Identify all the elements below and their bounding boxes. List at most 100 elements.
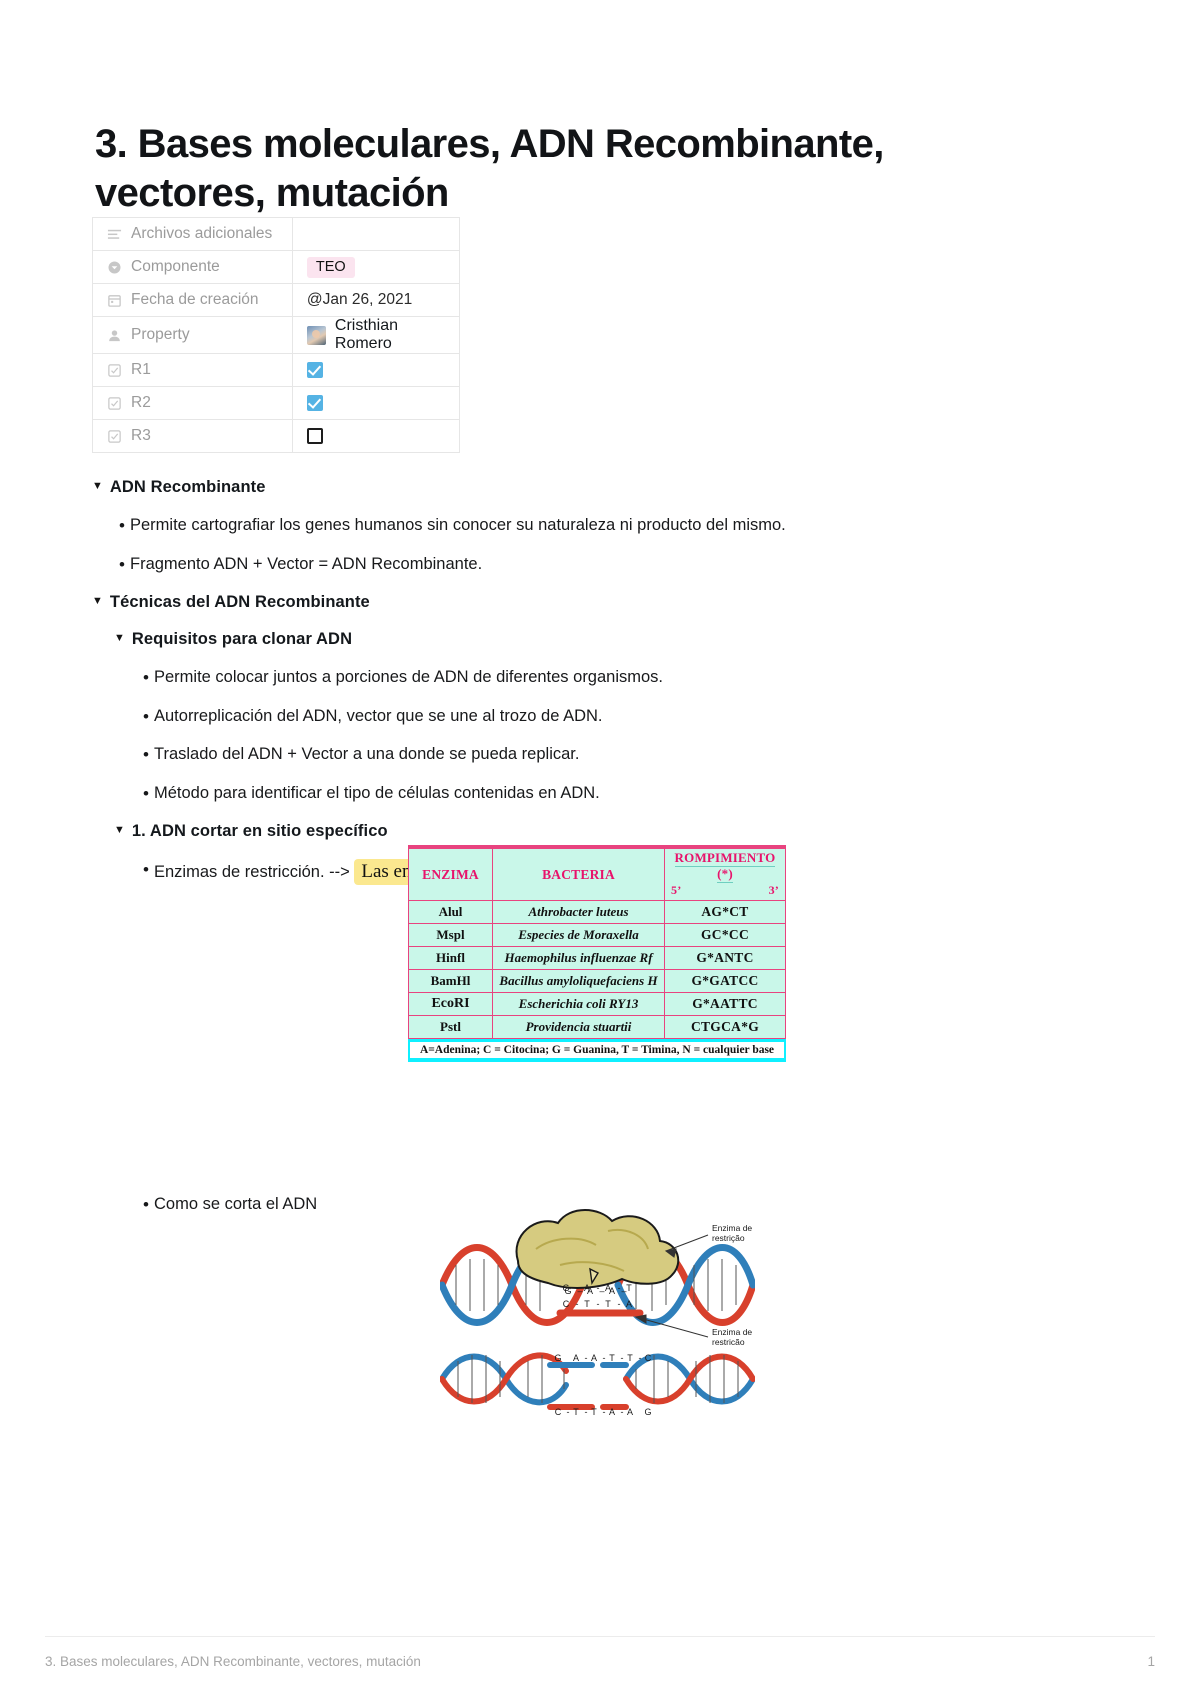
toggle-label: Técnicas del ADN Recombinante: [109, 592, 370, 611]
svg-text:A: A: [626, 1299, 632, 1309]
footer-page-number: 1: [1147, 1654, 1155, 1669]
property-value-r3[interactable]: [291, 419, 461, 453]
header-rompimiento: ROMPIMIENTO (*): [664, 848, 786, 883]
tag-teo: TEO: [306, 256, 355, 278]
bullet-icon: •: [143, 1194, 149, 1214]
svg-text:T: T: [584, 1299, 590, 1309]
svg-text:-: -: [576, 1283, 579, 1293]
list-item-text: Traslado del ADN + Vector a una donde se…: [154, 745, 580, 764]
property-value-archivos[interactable]: [291, 217, 461, 251]
table-row: BamHl Bacillus amyloliquefaciens H G*GAT…: [408, 969, 786, 993]
cell-enzima: Mspl: [408, 923, 493, 947]
chevron-down-icon[interactable]: ▼: [114, 820, 125, 836]
list-item-text: Método para identificar el tipo de célul…: [154, 784, 600, 803]
bullet-icon: •: [143, 745, 149, 765]
property-key-r1: R1: [92, 353, 293, 387]
enzyme-restriction-table-figure: ENZIMA BACTERIA ROMPIMIENTO (*) 5’ 3’ Al…: [408, 845, 786, 1062]
property-value-r1[interactable]: [291, 353, 461, 387]
property-row-property[interactable]: Property Cristhian Romero: [92, 316, 461, 354]
svg-text:A: A: [609, 1407, 615, 1417]
figure-label-top-line2: restrição: [712, 1233, 745, 1243]
table-row: Pstl Providencia stuartii CTGCA*G: [408, 1015, 786, 1039]
cell-rompimiento: AG*CT: [664, 900, 786, 924]
property-row-componente[interactable]: Componente TEO: [92, 250, 461, 284]
property-row-r1[interactable]: R1: [92, 353, 461, 387]
toggle-label: ADN Recombinante: [109, 478, 266, 496]
property-key-r2: R2: [92, 386, 293, 420]
svg-text:-: -: [603, 1407, 606, 1417]
property-label-r3: R3: [131, 427, 151, 444]
table-row: Alul Athrobacter luteus AG*CT: [408, 900, 786, 924]
cell-enzima: Pstl: [408, 1015, 493, 1039]
properties-table: Archivos adicionales Componente TEO Fech…: [92, 217, 461, 453]
cell-rompimiento: G*ANTC: [664, 946, 786, 970]
table-row: Hinfl Haemophilus influenzae Rf G*ANTC: [408, 946, 786, 970]
svg-text:G: G: [562, 1283, 569, 1293]
chevron-down-icon[interactable]: ▼: [114, 628, 125, 644]
cell-bacteria: Athrobacter luteus: [492, 900, 665, 924]
bullet-icon: •: [143, 667, 149, 687]
toggle-tecnicas[interactable]: ▼ Técnicas del ADN Recombinante: [92, 585, 1107, 622]
toggle-requisitos[interactable]: ▼ Requisitos para clonar ADN: [114, 622, 1107, 659]
svg-text:-: -: [621, 1353, 624, 1363]
list-item-text: Como se corta el ADN: [154, 1194, 318, 1213]
header-five-prime: 5’: [671, 883, 682, 897]
svg-text:-: -: [585, 1407, 588, 1417]
checkbox-icon: [107, 363, 122, 378]
header-bacteria: BACTERIA: [492, 848, 665, 901]
property-key-fecha: Fecha de creación: [92, 283, 293, 317]
header-three-prime: 3’: [768, 883, 779, 897]
property-value-r2[interactable]: [291, 386, 461, 420]
toggle-adn-recombinante[interactable]: ▼ ADN Recombinante: [92, 470, 1107, 507]
figure-label-top-line1: Enzima de: [712, 1223, 752, 1233]
property-row-archivos[interactable]: Archivos adicionales: [92, 217, 461, 251]
property-label-property: Property: [131, 326, 190, 343]
cell-rompimiento: GC*CC: [664, 923, 786, 947]
cell-enzima: EcoRI: [408, 992, 493, 1016]
cell-rompimiento: G*GATCC: [664, 969, 786, 993]
list-item: • Permite cartografiar los genes humanos…: [114, 507, 1107, 546]
svg-text:A: A: [591, 1353, 597, 1363]
property-label-archivos: Archivos adicionales: [131, 225, 273, 242]
svg-text:-: -: [603, 1353, 606, 1363]
bullet-icon: •: [119, 554, 125, 574]
cell-enzima: Alul: [408, 900, 493, 924]
svg-text:A: A: [573, 1353, 579, 1363]
svg-text:A: A: [584, 1283, 590, 1293]
cell-bacteria: Providencia stuartii: [492, 1015, 665, 1039]
svg-text:A: A: [627, 1407, 633, 1417]
bullet-icon: •: [143, 784, 149, 804]
svg-text:–: –: [599, 1286, 604, 1296]
footnote-text: A=Adenina; C = Citocina; G = Guanina, T …: [410, 1042, 784, 1058]
chevron-down-icon[interactable]: ▼: [92, 476, 103, 492]
property-row-fecha[interactable]: Fecha de creación @Jan 26, 2021: [92, 283, 461, 317]
list-item: • Traslado del ADN + Vector a una donde …: [138, 736, 1107, 775]
property-row-r3[interactable]: R3: [92, 419, 461, 453]
dna-cut-figure: G A- A- T- T- C C- T- T- A- A G: [439, 1345, 756, 1430]
bullet-icon: •: [119, 515, 125, 535]
cell-bacteria: Haemophilus influenzae Rf: [492, 946, 665, 970]
enzyme-table-header-row: ENZIMA BACTERIA ROMPIMIENTO (*): [408, 848, 786, 901]
property-value-fecha[interactable]: @Jan 26, 2021: [291, 283, 461, 317]
cell-enzima: BamHl: [408, 969, 493, 993]
list-item: • Fragmento ADN + Vector = ADN Recombina…: [114, 546, 1107, 585]
enzyme-table: ENZIMA BACTERIA ROMPIMIENTO (*) 5’ 3’ Al…: [408, 848, 786, 1039]
checkbox-icon: [107, 429, 122, 444]
checkbox-r3[interactable]: [306, 427, 323, 444]
property-value-property[interactable]: Cristhian Romero: [291, 316, 461, 354]
person-name: Cristhian Romero: [334, 317, 399, 352]
svg-text:-: -: [639, 1353, 642, 1363]
checkbox-r2[interactable]: [306, 394, 323, 411]
bullet-icon: •: [143, 860, 149, 880]
svg-text:-: -: [618, 1283, 621, 1293]
checkbox-r1[interactable]: [306, 361, 323, 378]
cell-bacteria: Bacillus amyloliquefaciens H: [492, 969, 665, 993]
svg-text:T: T: [627, 1353, 633, 1363]
property-row-r2[interactable]: R2: [92, 386, 461, 420]
list-item-text: Fragmento ADN + Vector = ADN Recombinant…: [130, 554, 483, 573]
document-page: 3. Bases moleculares, ADN Recombinante, …: [0, 0, 1200, 1696]
dna-cut-svg: G A- A- T- T- C C- T- T- A- A G: [439, 1345, 756, 1430]
list-item-text: Autorreplicación del ADN, vector que se …: [154, 706, 603, 725]
property-value-componente[interactable]: TEO: [291, 250, 461, 284]
chevron-down-icon[interactable]: ▼: [92, 591, 103, 607]
